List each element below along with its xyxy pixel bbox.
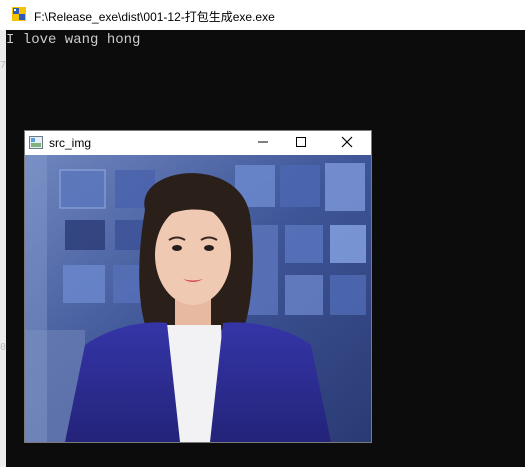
news-anchor-photo bbox=[25, 155, 371, 442]
src-image bbox=[25, 155, 371, 442]
image-window[interactable]: src_img bbox=[25, 131, 371, 442]
minimize-button[interactable] bbox=[245, 131, 281, 155]
image-window-title: src_img bbox=[49, 136, 92, 150]
python-app-icon bbox=[12, 7, 26, 21]
minimize-icon bbox=[257, 135, 269, 151]
console-title: F:\Release_exe\dist\001-12-打包生成exe.exe bbox=[34, 10, 275, 24]
maximize-button[interactable] bbox=[283, 131, 319, 155]
close-icon bbox=[341, 135, 353, 151]
image-window-icon bbox=[29, 136, 43, 149]
image-window-titlebar[interactable]: src_img bbox=[25, 131, 371, 155]
console-titlebar[interactable]: F:\Release_exe\dist\001-12-打包生成exe.exe bbox=[0, 0, 525, 30]
close-button[interactable] bbox=[329, 131, 365, 155]
console-output-line: I love wang hong bbox=[6, 32, 141, 48]
maximize-icon bbox=[295, 135, 307, 151]
